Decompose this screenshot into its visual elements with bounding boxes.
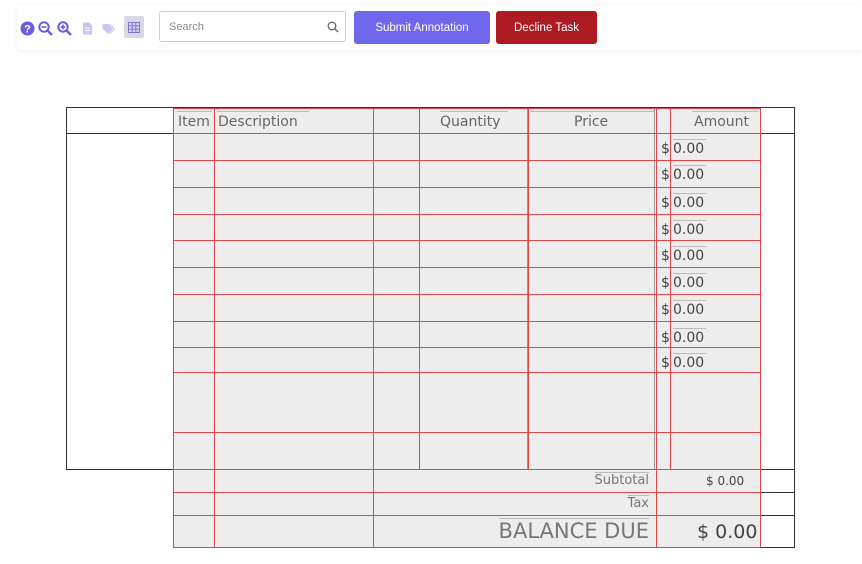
line-amount: $0.00 (661, 139, 707, 157)
currency-symbol: $ (661, 248, 670, 264)
annotation-row-line (173, 160, 761, 161)
annotation-row-line (173, 108, 761, 109)
balance-due-label: BALANCE DUE (498, 518, 649, 543)
annotation-column-line (528, 108, 529, 470)
table-border-left (66, 107, 67, 470)
column-header-price: Price (574, 114, 609, 130)
balance-due-value: $ 0.00 (697, 521, 758, 543)
header-rule (530, 111, 654, 112)
column-header-amount: Amount (694, 114, 750, 130)
annotation-row-line (173, 432, 761, 433)
subtotal-value: $ 0.00 (706, 474, 745, 488)
header-rule (217, 111, 309, 112)
invoice-document: Item Description Quantity Price Amount $… (0, 0, 862, 564)
annotation-column-line (214, 108, 215, 548)
amount-value: 0.00 (673, 328, 707, 346)
amount-value: 0.00 (673, 246, 707, 264)
annotation-column-line (656, 108, 657, 548)
annotation-row-line (173, 187, 761, 188)
header-rule (177, 111, 212, 112)
amount-value: 0.00 (673, 139, 707, 157)
annotation-row-line (173, 240, 761, 241)
amount-value: 0.00 (673, 220, 707, 238)
column-header-item: Item (178, 114, 210, 130)
amount-value: 0.00 (673, 273, 707, 291)
annotation-row-line (173, 267, 761, 268)
currency-symbol: $ (661, 141, 670, 157)
annotation-row-line (173, 321, 761, 322)
currency-symbol: $ (661, 195, 670, 211)
annotation-row-line (173, 469, 761, 470)
currency-symbol: $ (661, 275, 670, 291)
line-amount: $0.00 (661, 273, 707, 291)
line-amount: $0.00 (661, 353, 707, 371)
amount-value: 0.00 (673, 300, 707, 318)
amount-value: 0.00 (673, 353, 707, 371)
subtotal-label: Subtotal (594, 472, 649, 488)
annotation-row-line (173, 133, 761, 134)
line-amount: $0.00 (661, 220, 707, 238)
annotation-row-line (173, 214, 761, 215)
header-rule (440, 111, 508, 112)
line-amount: $0.00 (661, 246, 707, 264)
annotation-row-line (173, 294, 761, 295)
currency-symbol: $ (661, 302, 670, 318)
header-rule (692, 111, 758, 112)
annotation-column-line (173, 108, 174, 548)
currency-symbol: $ (661, 167, 670, 183)
table-border-right (794, 107, 795, 548)
amount-value: 0.00 (673, 193, 707, 211)
annotation-row-line (173, 547, 761, 548)
tax-label: Tax (627, 495, 649, 511)
line-amount: $0.00 (661, 165, 707, 183)
currency-symbol: $ (661, 222, 670, 238)
line-amount: $0.00 (661, 328, 707, 346)
annotation-column-line (373, 108, 374, 548)
annotation-row-line (173, 347, 761, 348)
column-separator (654, 108, 655, 469)
annotation-row-line (173, 515, 761, 516)
line-amount: $0.00 (661, 193, 707, 211)
line-amount: $0.00 (661, 300, 707, 318)
currency-symbol: $ (661, 330, 670, 346)
annotation-row-line (173, 492, 761, 493)
annotation-column-line (760, 108, 761, 548)
amount-value: 0.00 (673, 165, 707, 183)
currency-symbol: $ (661, 355, 670, 371)
column-header-quantity: Quantity (440, 114, 501, 130)
annotation-column-line (419, 108, 420, 470)
annotation-row-line (173, 372, 761, 373)
column-header-description: Description (218, 114, 298, 130)
